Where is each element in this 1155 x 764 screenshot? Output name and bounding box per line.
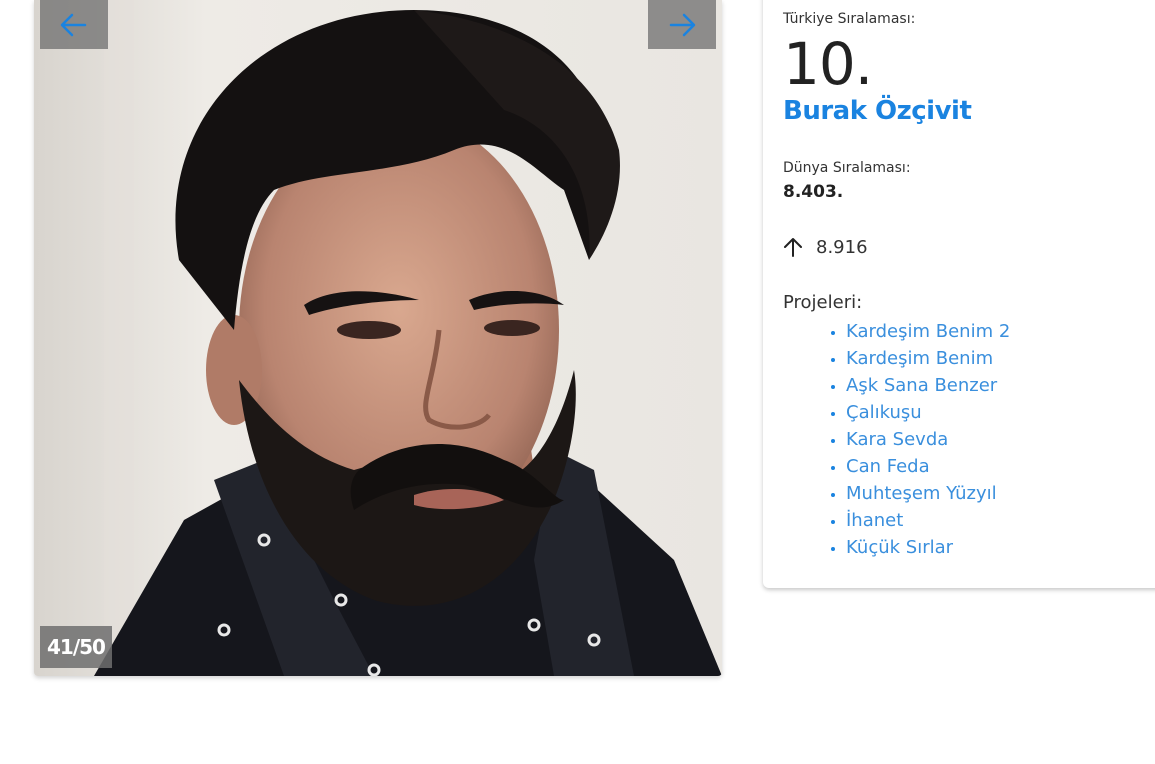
project-link[interactable]: Can Feda <box>846 456 930 477</box>
project-item: Çalıkuşu <box>846 399 1010 426</box>
project-link[interactable]: Aşk Sana Benzer <box>846 375 997 396</box>
project-link[interactable]: Çalıkuşu <box>846 402 922 423</box>
project-link[interactable]: İhanet <box>846 510 903 531</box>
arrow-right-icon <box>669 13 696 36</box>
project-link[interactable]: Kardeşim Benim 2 <box>846 321 1010 342</box>
project-item: Can Feda <box>846 453 1010 480</box>
project-item: İhanet <box>846 507 1010 534</box>
trend-value: 8.916 <box>816 236 868 258</box>
rank-trend: 8.916 <box>783 236 868 258</box>
previous-photo-button[interactable] <box>40 0 108 49</box>
project-item: Kardeşim Benim <box>846 345 1010 372</box>
turkey-rank-label: Türkiye Sıralaması: <box>783 11 916 27</box>
projects-list: Kardeşim Benim 2 Kardeşim Benim Aşk Sana… <box>783 318 1010 561</box>
project-link[interactable]: Muhteşem Yüzyıl <box>846 483 997 504</box>
projects-label: Projeleri: <box>783 292 863 313</box>
project-link[interactable]: Kara Sevda <box>846 429 948 450</box>
project-item: Kardeşim Benim 2 <box>846 318 1010 345</box>
photo-counter: 41/50 <box>40 626 112 668</box>
arrow-left-icon <box>60 13 87 36</box>
project-link[interactable]: Kardeşim Benim <box>846 348 993 369</box>
turkey-rank-value: 10. <box>783 30 873 98</box>
project-item: Kara Sevda <box>846 426 1010 453</box>
project-link[interactable]: Küçük Sırlar <box>846 537 953 558</box>
actor-portrait-image <box>34 0 722 676</box>
actor-name-link[interactable]: Burak Özçivit <box>783 96 972 126</box>
world-rank-value: 8.403. <box>783 182 844 202</box>
arrow-up-icon <box>784 238 802 257</box>
world-rank-label: Dünya Sıralaması: <box>783 160 911 176</box>
project-item: Küçük Sırlar <box>846 534 1010 561</box>
project-item: Aşk Sana Benzer <box>846 372 1010 399</box>
project-item: Muhteşem Yüzyıl <box>846 480 1010 507</box>
next-photo-button[interactable] <box>648 0 716 49</box>
photo-gallery: 41/50 <box>34 0 722 676</box>
